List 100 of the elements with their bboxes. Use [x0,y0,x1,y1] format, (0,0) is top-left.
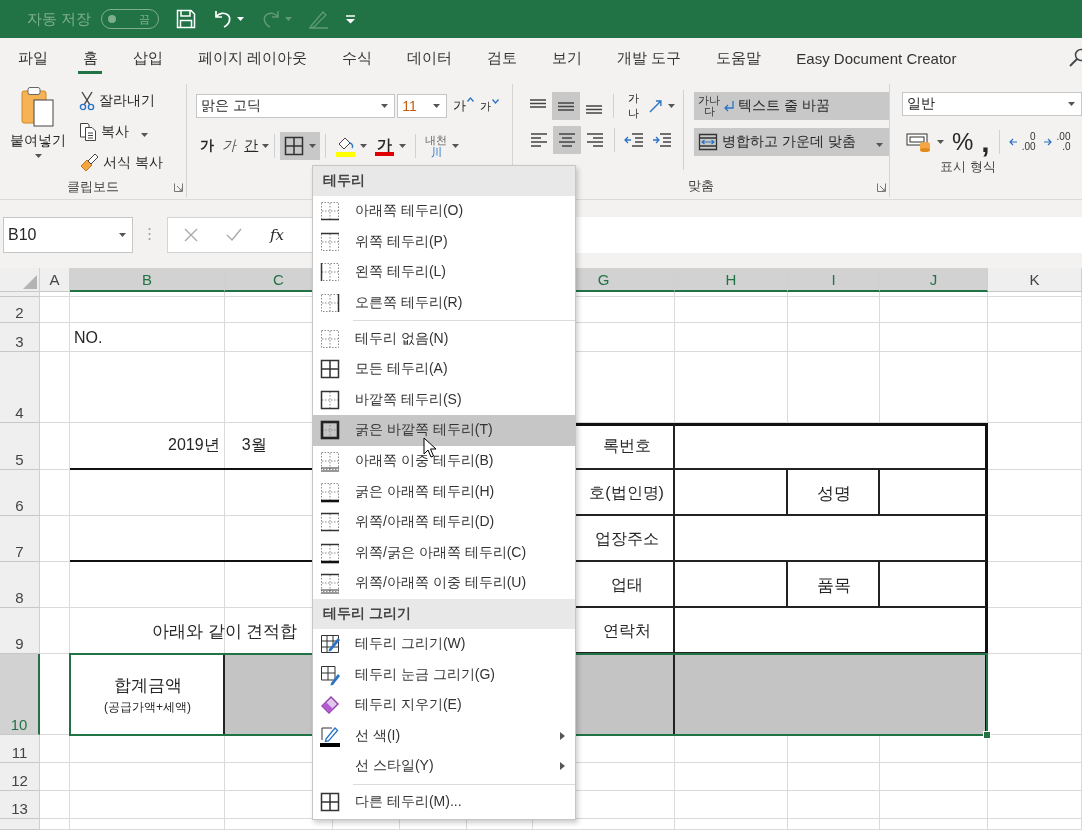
comma-style-button[interactable]: , [977,128,994,156]
ribbon-tab[interactable]: 파일 [0,38,65,78]
percent-style-button[interactable]: % [948,128,978,156]
menu-item[interactable]: 테두리 그리기(W) [313,628,575,660]
menu-item[interactable]: 선 색(I) [313,720,575,752]
menu-item[interactable]: 다른 테두리(M)... [313,786,575,818]
caret-icon [1068,102,1075,106]
row-header[interactable]: 13 [0,791,40,819]
check-icon[interactable] [226,228,242,242]
caret-icon [309,144,317,148]
fill-handle[interactable] [983,731,991,739]
pencil-grid-icon [319,633,341,655]
menu-item[interactable]: 테두리 눈금 그리기(G) [313,659,575,690]
pencil-color-icon [319,724,341,747]
increase-decimal-button[interactable]: 0 .00 [1004,128,1040,156]
decrease-font-size-button[interactable]: 가 [480,98,500,114]
border-left-icon [319,261,341,284]
top-double-bottom-border-icon [319,572,341,595]
wrap-text-button[interactable]: 가나 다 텍스트 줄 바꿈 [694,92,889,120]
format-painter-button[interactable]: 서식 복사 [76,150,166,176]
font-size-field[interactable]: 11 [397,94,448,118]
menu-item[interactable]: 바깥쪽 테두리(S) [313,384,575,416]
cancel-icon[interactable] [184,228,198,242]
caret-icon [937,140,944,144]
underline-button[interactable]: 간 [240,132,263,160]
font-color-button[interactable]: 가 [371,132,411,160]
cell-text: 2019년 3월 [168,435,267,455]
menu-item[interactable]: 아래쪽 이중 테두리(B) [313,445,575,477]
ribbon-tab[interactable]: 삽입 [115,38,180,78]
menu-item[interactable]: 굵은 아래쪽 테두리(H) [313,476,575,507]
align-left-icon [530,133,547,147]
menu-item[interactable]: 위쪽/아래쪽 테두리(D) [313,506,575,538]
increase-font-size-button[interactable]: 가 [453,97,475,115]
column-header[interactable]: H [675,268,788,292]
menu-item[interactable]: 모든 테두리(A) [313,353,575,385]
cut-button[interactable]: 잘라내기 [76,88,166,114]
vertical-align-button[interactable] [552,92,580,120]
menu-item[interactable]: 테두리 지우기(E) [313,689,575,721]
ribbon-tab[interactable]: 수식 [324,38,390,78]
row-header[interactable]: 3 [0,323,40,352]
number-format-field[interactable]: 일반 [902,92,1082,116]
cell-text: 호(법인명) [589,482,664,503]
thick-bottom-border-icon [319,480,341,503]
menu-item[interactable]: 위쪽/굵은 아래쪽 테두리(C) [313,537,575,569]
row-header[interactable]: 8 [0,562,40,608]
row-header[interactable]: 7 [0,516,40,562]
phonetic-guide-button[interactable]: 내천 川 [421,132,464,160]
menu-item[interactable]: 테두리 없음(N) [313,323,575,354]
insert-function-button[interactable]: fx [270,226,284,244]
copy-button[interactable]: 복사 [76,119,166,145]
column-header[interactable]: B [70,268,225,292]
row-header[interactable]: 10 [0,654,40,735]
merge-center-button[interactable]: 병합하고 가운데 맞춤 [694,128,889,156]
horizontal-align-button[interactable] [552,126,581,154]
caret-icon [119,233,126,237]
ribbon-tab[interactable]: Easy Document Creator [778,38,974,78]
menu-item[interactable]: 선 스타일(Y) [313,751,575,782]
all-borders-icon [319,358,341,381]
row-header[interactable]: 2 [0,297,40,323]
menu-item[interactable]: 굵은 바깥쪽 테두리(T) [313,415,575,446]
font-name-field[interactable]: 맑은 고딕 [196,94,396,118]
column-header[interactable]: A [40,268,70,292]
name-box[interactable]: B10 [3,217,133,253]
italic-button[interactable]: 가 [218,132,241,160]
row-header[interactable]: 11 [0,735,40,763]
ribbon-tab[interactable]: 개발 도구 [599,38,699,78]
bold-button[interactable]: 가 [196,132,219,160]
merge-cells-icon [698,133,719,151]
cell-text: 성명 [817,482,851,505]
column-header[interactable]: K [988,268,1082,292]
caret-icon [237,17,245,21]
paint-bucket-icon [335,135,356,157]
outside-border-icon [319,388,341,411]
row-header[interactable]: 5 [0,423,40,470]
clipboard-icon [20,86,56,128]
orientation-button[interactable]: 가나 [618,92,680,120]
column-header[interactable]: I [788,268,880,292]
borders-button[interactable] [280,132,321,160]
row-header[interactable]: 4 [0,352,40,423]
ribbon-tab[interactable]: 데이터 [389,38,470,78]
ribbon-tab[interactable]: 보기 [534,38,600,78]
decrease-decimal-button[interactable]: .00 .0 [1039,128,1075,156]
caret-icon [399,144,407,148]
menu-section-header: 테두리 그리기 [313,598,575,629]
row-header[interactable]: 9 [0,608,40,654]
paste-button[interactable]: 붙여넣기 [0,84,76,176]
dialog-launcher-icon[interactable] [877,183,886,192]
search-icon[interactable] [1068,48,1082,68]
caret-icon [285,17,293,21]
align-right-icon [586,133,603,147]
left-arrow-icon [1008,138,1017,146]
row-header[interactable]: 6 [0,470,40,516]
row-header[interactable]: 12 [0,763,40,791]
column-header[interactable]: J [880,268,988,292]
ribbon-tab[interactable]: 도움말 [698,38,779,78]
cell-text: NO. [74,328,103,347]
ribbon-tab[interactable]: 페이지 레이아웃 [180,38,325,78]
dialog-launcher-icon[interactable] [174,183,184,192]
ribbon-tab[interactable]: 검토 [469,38,535,78]
menu-item[interactable]: 위쪽/아래쪽 이중 테두리(U) [313,568,575,599]
